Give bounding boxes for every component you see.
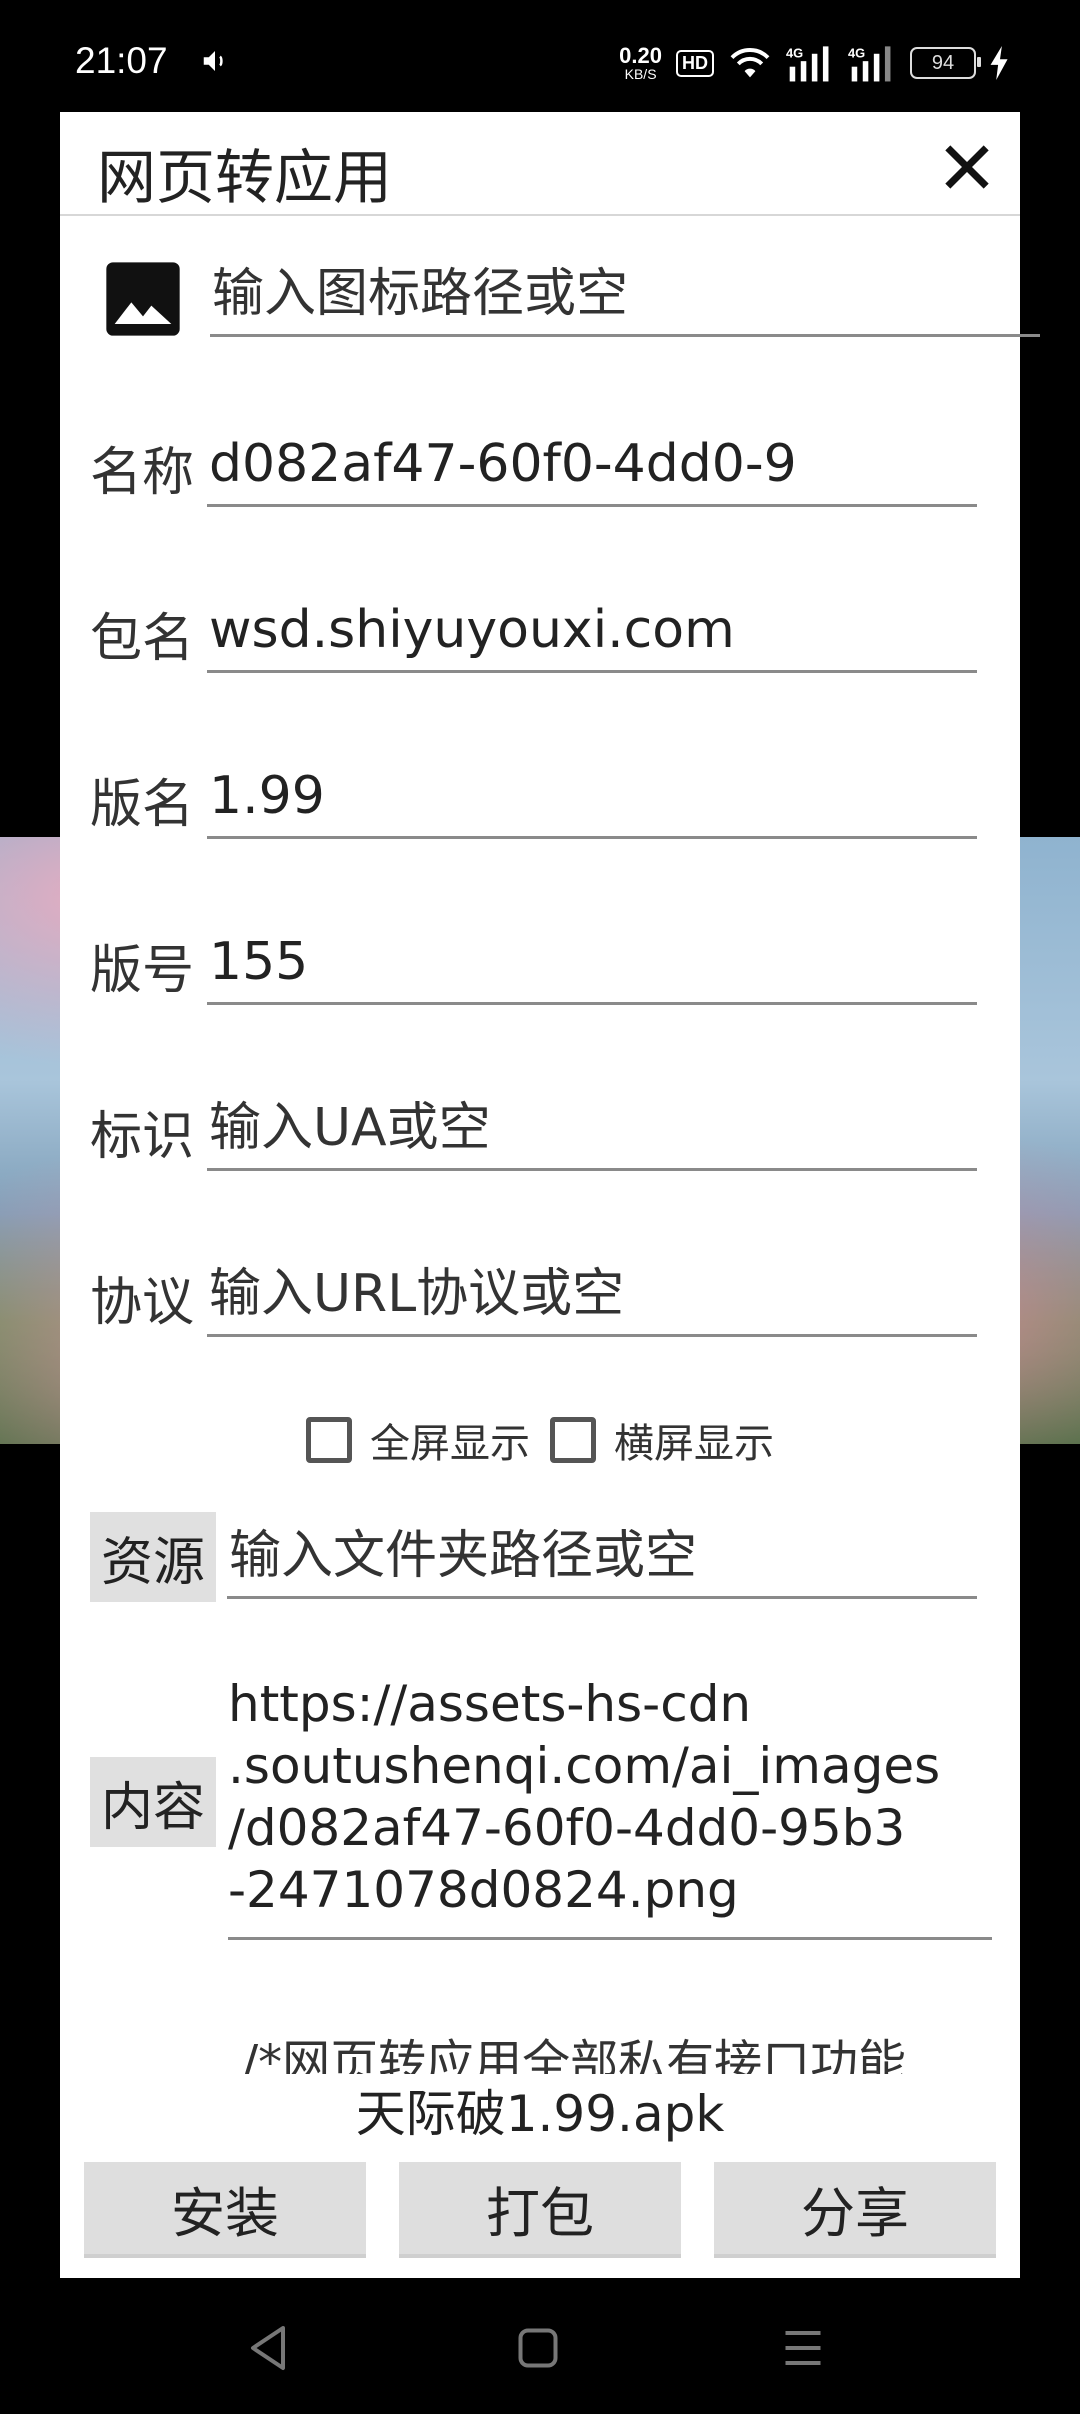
apk-filename: 天际破1.99.apk	[355, 2085, 725, 2143]
status-bar: 21:07 0.20 KB/S HD 4G 4G 94	[0, 0, 1080, 125]
share-button[interactable]: 分享	[714, 2162, 996, 2258]
close-icon[interactable]	[942, 142, 992, 192]
back-icon[interactable]	[238, 2318, 298, 2378]
home-icon[interactable]	[508, 2318, 568, 2378]
version-code-label: 版号	[90, 941, 195, 1001]
comment-preview: /*网页转应用全部私有接口功能	[228, 2012, 992, 2074]
resources-path-input[interactable]	[227, 1519, 977, 1599]
ua-input[interactable]	[207, 1091, 977, 1171]
version-name-label: 版名	[90, 775, 195, 835]
version-code-input[interactable]	[207, 925, 977, 1005]
network-speed: 0.20 KB/S	[619, 43, 662, 82]
fullscreen-checkbox-box[interactable]	[306, 1417, 352, 1463]
package-input[interactable]	[207, 593, 977, 673]
install-button[interactable]: 安装	[84, 2162, 366, 2258]
image-icon[interactable]	[103, 259, 183, 339]
comment-text: /*网页转应用全部私有接口功能	[242, 2035, 907, 2074]
status-time: 21:07	[75, 40, 168, 81]
battery-indicator: 94	[910, 47, 981, 79]
fullscreen-label: 全屏显示	[370, 1421, 530, 1467]
svg-text:4G: 4G	[848, 45, 865, 60]
status-icons: 0.20 KB/S HD 4G 4G 94	[619, 40, 1010, 86]
signal-4g-icon: 4G	[848, 45, 891, 82]
content-line: https://assets-hs-cdn	[228, 1675, 752, 1733]
version-name-input[interactable]	[207, 759, 977, 839]
content-underline	[228, 1937, 992, 1940]
resources-button[interactable]: 资源	[90, 1512, 216, 1602]
icon-path-input[interactable]	[210, 257, 1040, 337]
svg-text:4G: 4G	[786, 45, 803, 60]
wifi-icon	[730, 48, 770, 78]
charging-icon	[990, 46, 1008, 80]
content-line: -2471078d0824.png	[228, 1861, 739, 1919]
content-line: .soutushenqi.com/ai_images	[228, 1737, 941, 1795]
ua-label: 标识	[90, 1107, 195, 1167]
recents-icon[interactable]	[773, 2318, 833, 2378]
protocol-input[interactable]	[207, 1257, 977, 1337]
fullscreen-checkbox[interactable]: 全屏显示	[306, 1411, 530, 1469]
title-divider	[60, 214, 1020, 216]
display-options: 全屏显示 横屏显示	[60, 1400, 1020, 1480]
navigation-bar	[0, 2278, 1080, 2414]
name-label: 名称	[90, 443, 195, 503]
web-to-app-dialog: 网页转应用 名称 包名 版名 版号 标识 协议 全屏显示 横屏显示 资源 内	[60, 112, 1040, 2278]
landscape-checkbox-box[interactable]	[550, 1417, 596, 1463]
landscape-checkbox[interactable]: 横屏显示	[550, 1411, 774, 1469]
landscape-label: 横屏显示	[614, 1421, 774, 1467]
dialog-title: 网页转应用	[97, 143, 393, 212]
content-text[interactable]: https://assets-hs-cdn .soutushenqi.com/a…	[228, 1673, 992, 2053]
package-button[interactable]: 打包	[399, 2162, 681, 2258]
protocol-label: 协议	[90, 1273, 195, 1333]
content-line: /d082af47-60f0-4dd0-95b3	[228, 1799, 906, 1857]
hd-badge: HD	[676, 49, 714, 77]
content-button[interactable]: 内容	[90, 1757, 216, 1847]
package-label: 包名	[90, 609, 195, 669]
signal-4g-icon: 4G	[786, 45, 829, 82]
sound-icon	[203, 51, 223, 71]
name-input[interactable]	[207, 427, 977, 507]
